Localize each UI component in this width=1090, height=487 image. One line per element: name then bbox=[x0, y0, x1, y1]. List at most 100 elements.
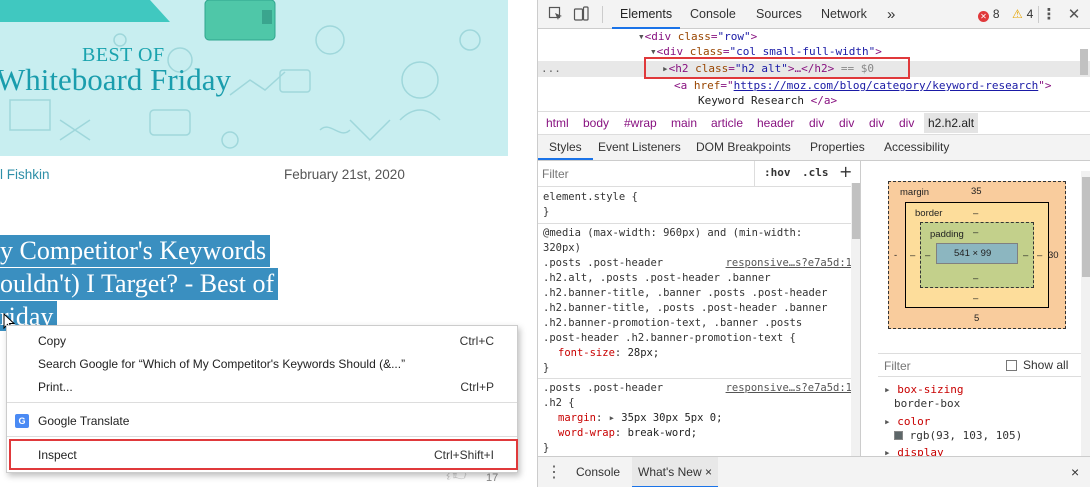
inspect-element-icon[interactable] bbox=[548, 6, 564, 22]
close-tab-icon[interactable]: × bbox=[705, 465, 712, 479]
padding-label: padding bbox=[930, 229, 964, 240]
tab-properties[interactable]: Properties bbox=[810, 135, 865, 160]
css-selector[interactable]: .h2.banner-promotion-text, .banner .post… bbox=[543, 316, 802, 331]
more-actions-icon[interactable]: ... bbox=[541, 61, 561, 77]
breadcrumb-item[interactable]: #wrap bbox=[624, 116, 657, 130]
error-counter[interactable]: ✕ 8 bbox=[978, 7, 1000, 22]
content-size[interactable]: 541 × 99 bbox=[954, 248, 991, 259]
scrollbar-thumb[interactable] bbox=[852, 183, 860, 239]
css-declaration[interactable]: margin: ▸ 35px 30px 5px 0; bbox=[558, 411, 722, 426]
dom-href-link[interactable]: https://moz.com/blog/category/keyword-re… bbox=[734, 79, 1039, 92]
h2-highlight-box bbox=[644, 57, 910, 79]
new-rule-icon[interactable]: + bbox=[839, 162, 852, 181]
css-source-link[interactable]: responsive…s?e7a5d:1 bbox=[726, 256, 852, 271]
css-selector[interactable]: .h2.banner-title, .posts .post-header .b… bbox=[543, 301, 827, 316]
tab-sources[interactable]: Sources bbox=[756, 0, 802, 29]
dom-node[interactable]: ▾<div class="row"> bbox=[638, 29, 757, 45]
css-brace: } bbox=[543, 206, 550, 218]
padding-right-value[interactable]: – bbox=[1023, 250, 1028, 261]
css-selector[interactable]: .h2 { bbox=[543, 396, 575, 411]
menu-item-search-google[interactable]: Search Google for “Which of My Competito… bbox=[7, 353, 517, 375]
menu-item-label: Print... bbox=[38, 380, 73, 394]
css-property: box-sizing bbox=[897, 383, 964, 396]
breadcrumb-item[interactable]: div bbox=[839, 116, 854, 130]
breadcrumb-item[interactable]: div bbox=[809, 116, 824, 130]
tab-console[interactable]: Console bbox=[690, 0, 736, 29]
menu-item-google-translate[interactable]: G Google Translate bbox=[7, 410, 517, 432]
breadcrumb-item[interactable]: div bbox=[869, 116, 884, 130]
css-declaration[interactable]: font-size: 28px; bbox=[558, 346, 659, 361]
margin-bottom-value[interactable]: 5 bbox=[974, 313, 979, 324]
color-swatch[interactable] bbox=[894, 431, 903, 440]
margin-left-value[interactable]: - bbox=[894, 250, 897, 261]
styles-scrollbar[interactable] bbox=[851, 183, 860, 456]
collapse-triangle-icon[interactable]: ▾ bbox=[638, 30, 645, 43]
border-bottom-value[interactable]: – bbox=[973, 293, 978, 304]
scrollbar-thumb[interactable] bbox=[1082, 177, 1090, 277]
dom-node[interactable]: <a href="https://moz.com/blog/category/k… bbox=[674, 78, 1052, 94]
expand-triangle-icon[interactable]: ▸ bbox=[884, 415, 891, 428]
device-toolbar-icon[interactable] bbox=[573, 6, 589, 22]
breadcrumb-item[interactable]: div bbox=[899, 116, 914, 130]
margin-right-value[interactable]: 30 bbox=[1048, 250, 1059, 261]
padding-left-value[interactable]: – bbox=[925, 250, 930, 261]
breadcrumb-item[interactable]: html bbox=[546, 116, 569, 130]
close-devtools-icon[interactable]: ✕ bbox=[1066, 6, 1082, 22]
tab-accessibility[interactable]: Accessibility bbox=[884, 135, 949, 160]
css-declaration[interactable]: word-wrap: break-word; bbox=[558, 426, 697, 441]
dom-text: Keyword Research bbox=[698, 94, 811, 107]
border-right-value[interactable]: – bbox=[1037, 250, 1042, 261]
tab-event-listeners[interactable]: Event Listeners bbox=[598, 135, 681, 160]
menu-item-copy[interactable]: Copy Ctrl+C bbox=[7, 330, 517, 352]
css-selector[interactable]: .posts .post-header bbox=[543, 256, 663, 271]
breadcrumb-item[interactable]: article bbox=[711, 116, 743, 130]
css-selector[interactable]: .h2.alt, .posts .post-header .banner bbox=[543, 271, 771, 286]
tab-styles[interactable]: Styles bbox=[538, 135, 593, 160]
computed-property[interactable]: ▸ color bbox=[884, 415, 930, 429]
close-drawer-icon[interactable]: × bbox=[1071, 457, 1079, 487]
computed-filter-input[interactable] bbox=[884, 357, 994, 375]
warning-counter[interactable]: ⚠ 4 bbox=[1012, 7, 1033, 21]
show-all-checkbox[interactable] bbox=[1006, 360, 1017, 371]
breadcrumb: html body #wrap main article header div … bbox=[538, 111, 1090, 135]
settings-menu-icon[interactable]: ⋮ bbox=[1041, 6, 1057, 22]
css-selector[interactable]: .post-header .h2.banner-promotion-text { bbox=[543, 331, 796, 346]
css-selector[interactable]: .h2.banner-title, .banner .posts .post-h… bbox=[543, 286, 827, 301]
class-toggle[interactable]: .cls bbox=[802, 166, 829, 179]
drawer-tab-whats-new[interactable]: What's New × bbox=[632, 457, 718, 487]
dom-attr-name: class bbox=[677, 30, 711, 43]
border-top-value[interactable]: – bbox=[973, 208, 978, 219]
breadcrumb-item[interactable]: header bbox=[757, 116, 794, 130]
elements-scrollbar[interactable] bbox=[1080, 49, 1088, 75]
breadcrumb-item-active[interactable]: h2.h2.alt bbox=[924, 113, 979, 133]
breadcrumb-item[interactable]: main bbox=[671, 116, 697, 130]
breadcrumb-item[interactable]: body bbox=[583, 116, 609, 130]
computed-property[interactable]: ▸ box-sizing bbox=[884, 383, 963, 397]
css-selector[interactable]: .posts .post-header bbox=[543, 381, 663, 396]
drawer-menu-icon[interactable]: ⋮ bbox=[546, 457, 562, 487]
drawer-tab-console[interactable]: Console bbox=[576, 457, 620, 487]
inspect-highlight-box bbox=[9, 439, 518, 470]
styles-filter-input[interactable] bbox=[542, 165, 752, 183]
expand-triangle-icon[interactable]: ▸ bbox=[609, 412, 615, 424]
css-property: color bbox=[897, 415, 931, 428]
computed-scrollbar[interactable] bbox=[1081, 171, 1090, 456]
menu-item-shortcut: Ctrl+C bbox=[459, 334, 494, 348]
padding-bottom-value[interactable]: – bbox=[973, 273, 978, 284]
tab-elements[interactable]: Elements bbox=[612, 0, 681, 29]
tab-dom-breakpoints[interactable]: DOM Breakpoints bbox=[696, 135, 791, 160]
menu-item-print[interactable]: Print... Ctrl+P bbox=[7, 376, 517, 398]
padding-top-value[interactable]: – bbox=[973, 227, 978, 238]
expand-triangle-icon[interactable]: ▸ bbox=[884, 383, 891, 396]
author-link[interactable]: l Fishkin bbox=[0, 167, 50, 182]
styles-subtabs: Styles Event Listeners DOM Breakpoints P… bbox=[538, 135, 1090, 161]
hover-state-toggle[interactable]: :hov bbox=[764, 166, 791, 179]
dom-node[interactable]: Keyword Research </a> bbox=[698, 93, 837, 109]
border-left-value[interactable]: – bbox=[910, 250, 915, 261]
margin-top-value[interactable]: 35 bbox=[971, 186, 982, 197]
article-heading-line: y Competitor's Keywords bbox=[0, 235, 322, 267]
more-tabs-icon[interactable]: » bbox=[887, 0, 895, 29]
tab-network[interactable]: Network bbox=[821, 0, 867, 29]
css-source-link[interactable]: responsive…s?e7a5d:1 bbox=[726, 381, 852, 396]
css-selector[interactable]: element.style { bbox=[543, 190, 638, 205]
